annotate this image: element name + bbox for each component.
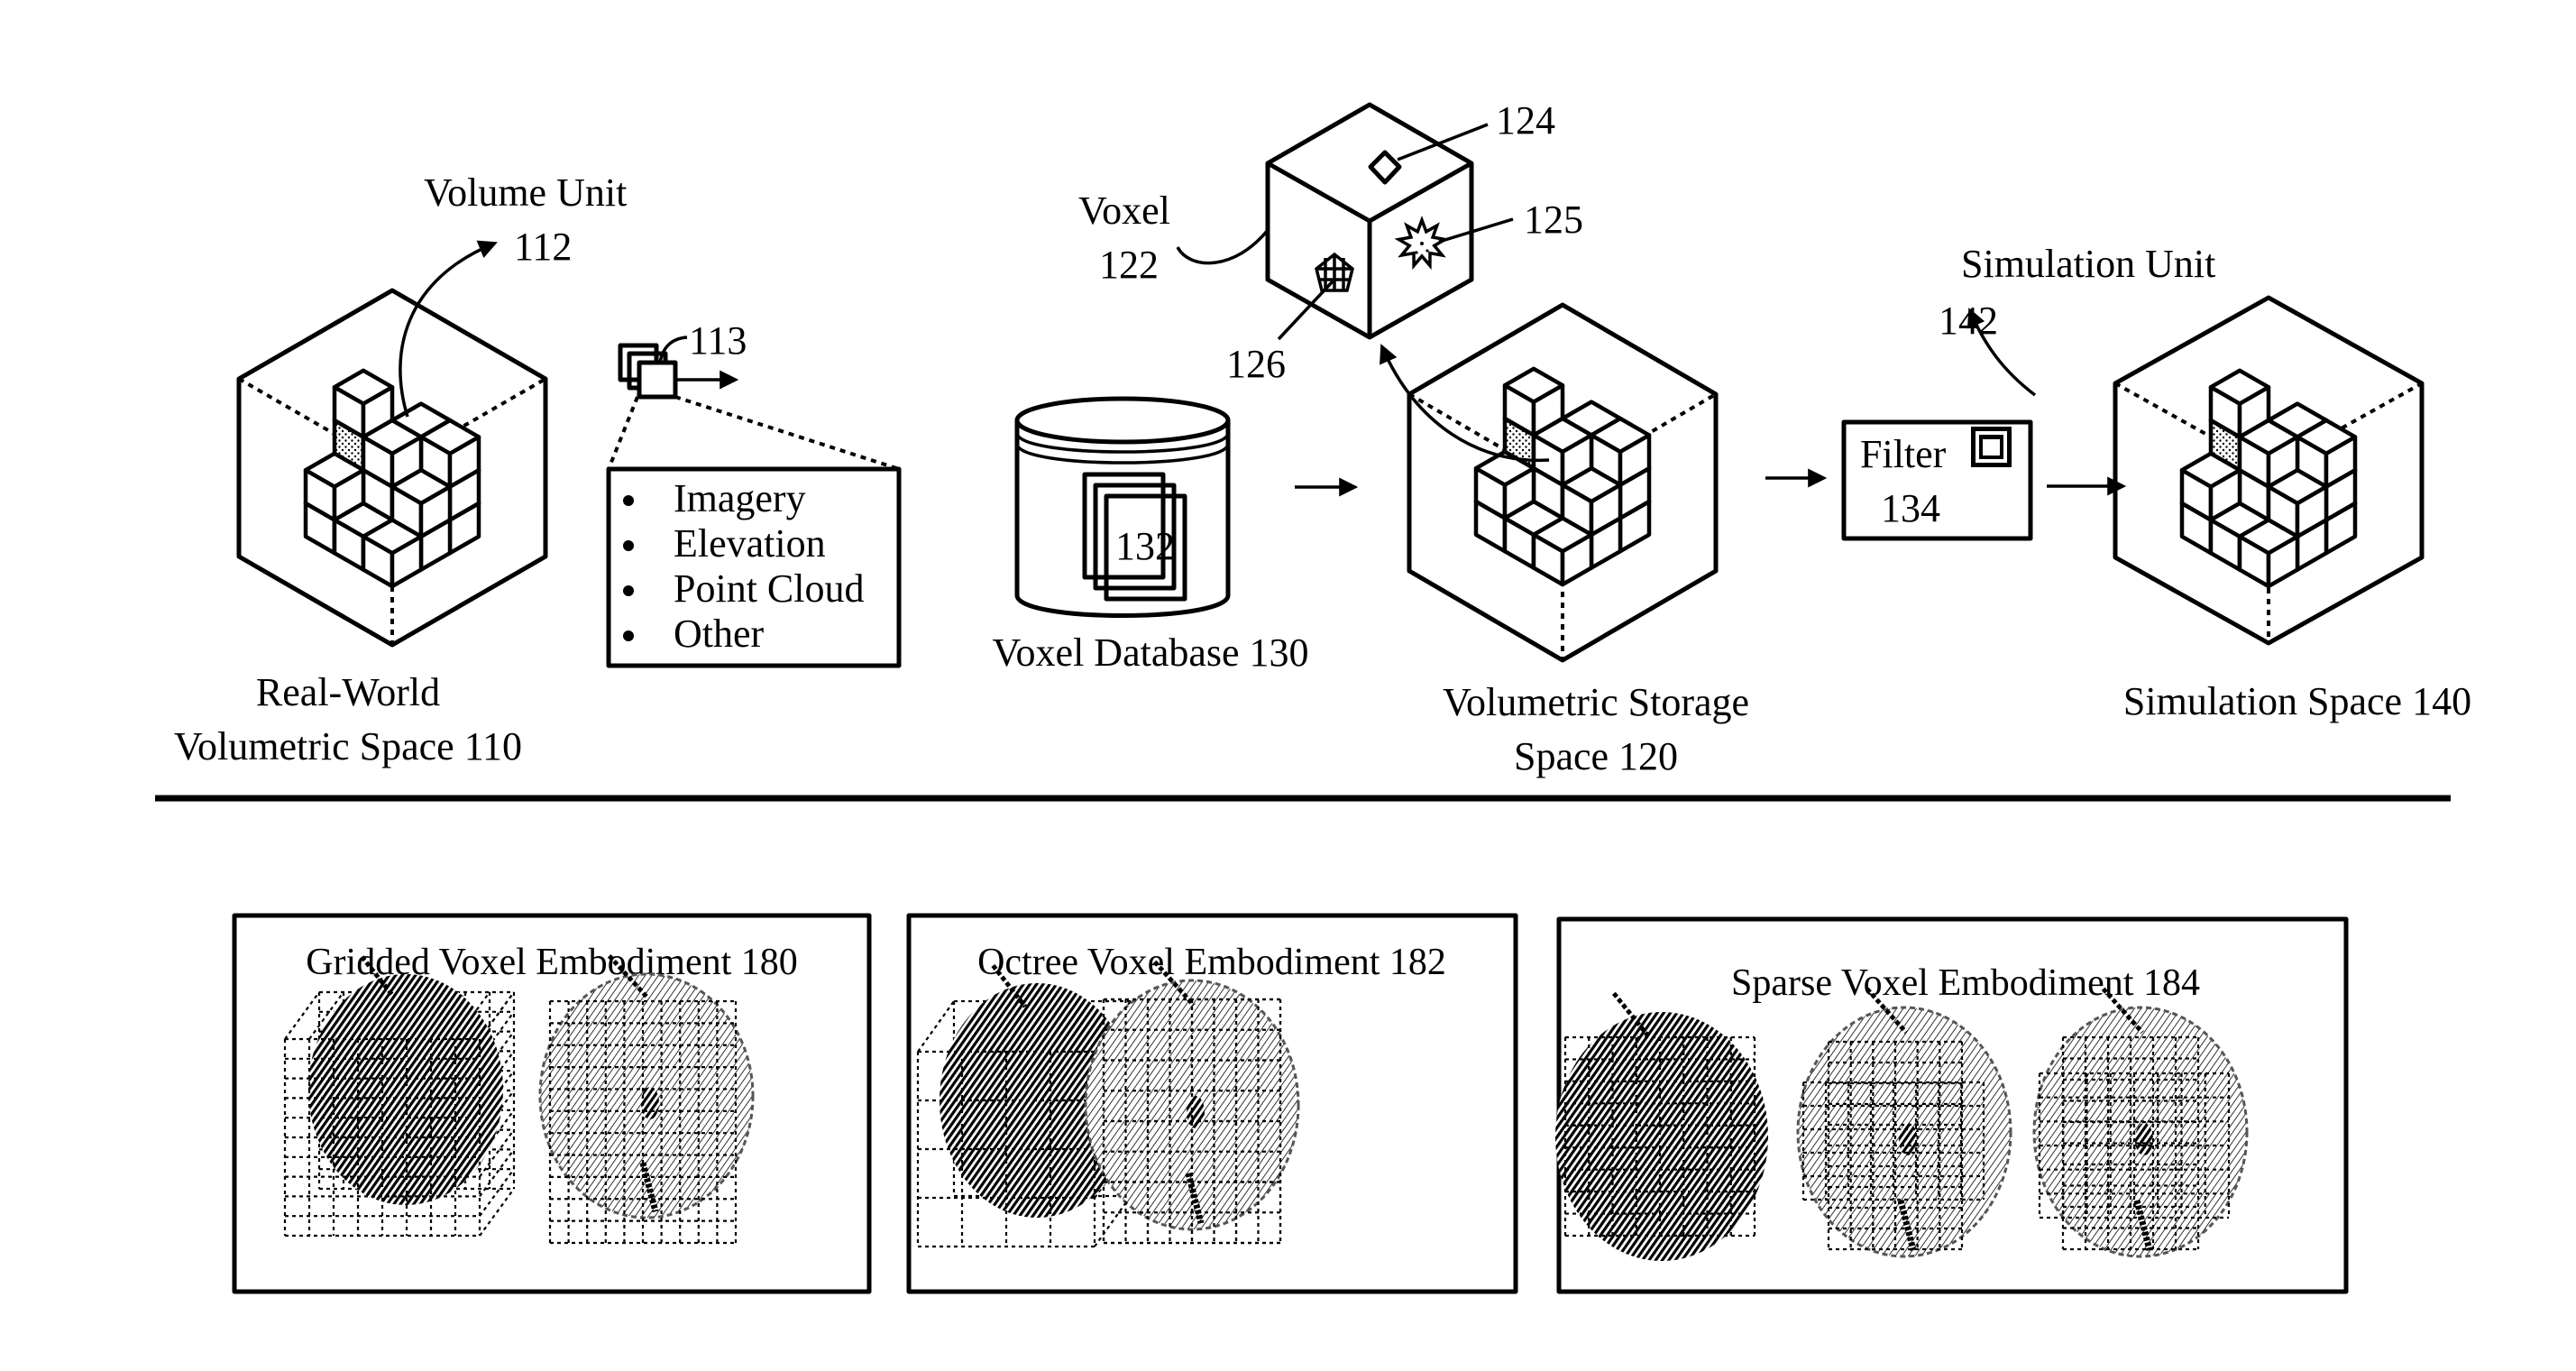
volume-unit-label: Volume Unit — [424, 170, 627, 215]
voxel-ref: 122 — [1099, 243, 1159, 287]
filter: Filter 134 — [1841, 419, 2127, 541]
sensor-ref: 113 — [689, 318, 747, 363]
sparse-voxel-panel: Sparse Voxel Embodiment 184 — [1555, 916, 2349, 1294]
sparse-panel-title: Sparse Voxel Embodiment 184 — [1731, 962, 2200, 1004]
sensor-data-type-item: Other — [674, 612, 765, 656]
real-world-volumetric-space: Volume Unit 112 Real-World Volumetric Sp… — [174, 170, 627, 768]
volumetric-storage-space: Volumetric Storage Space 120 — [1380, 302, 1828, 778]
sensor-data-types-list: ImageryElevationPoint CloudOther — [623, 476, 865, 656]
bullet-icon — [623, 585, 634, 596]
simulation-space: Simulation Unit 142 Simulation Space 140 — [1939, 242, 2471, 723]
marker-125-ref: 125 — [1524, 198, 1583, 242]
gridded-voxel-illustration — [283, 954, 755, 1245]
simulation-unit-label: Simulation Unit — [1961, 242, 2215, 286]
marker-126-ref: 126 — [1226, 342, 1286, 386]
sensor-data-type-item: Imagery — [674, 476, 806, 520]
database-cylinder-icon — [1014, 396, 1231, 618]
bullet-icon — [623, 495, 634, 506]
voxel-label: Voxel — [1078, 189, 1170, 233]
apple-image — [308, 955, 503, 1205]
stacked-documents-icon — [618, 343, 678, 400]
storage-space-label-line1: Volumetric Storage — [1443, 680, 1749, 724]
volumetric-storage-cube — [1407, 302, 1719, 663]
unit-cube — [1531, 516, 1594, 587]
unit-cube — [2237, 518, 2300, 589]
octree-voxel-panel: Octree Voxel Embodiment 182 — [906, 913, 1518, 1294]
filter-window-icon — [1971, 427, 2012, 467]
diamond-marker-icon — [1368, 150, 1402, 185]
real-world-space-label-line2: Volumetric Space 110 — [174, 724, 522, 768]
callout-dash-right — [674, 395, 900, 471]
simulation-space-cube — [2113, 295, 2425, 646]
real-world-space-cube — [236, 288, 548, 648]
marker-124-ref: 124 — [1496, 98, 1555, 143]
volume-unit-leader-arrow — [399, 240, 498, 418]
starburst-marker-icon — [1394, 216, 1450, 271]
filter-label: Filter — [1860, 432, 1947, 476]
bullet-icon — [623, 630, 634, 641]
sensor-data-type-item: Elevation — [674, 521, 826, 566]
octree-voxel-illustration — [916, 960, 1300, 1248]
bullet-icon — [623, 540, 634, 551]
unit-cube — [361, 518, 424, 589]
grid-pentagon-marker-icon — [1315, 252, 1354, 292]
octree-panel-title: Octree Voxel Embodiment 182 — [977, 942, 1446, 983]
sparse-voxel-illustration — [1555, 987, 2249, 1261]
simulation-unit-ref: 142 — [1939, 299, 1998, 343]
gridded-voxel-panel: Gridded Voxel Embodiment 180 — [232, 913, 872, 1294]
storage-space-label-line2: Space 120 — [1514, 734, 1678, 778]
voxel-database-label: Voxel Database 130 — [992, 630, 1308, 675]
volume-unit-ref: 112 — [514, 225, 572, 269]
marker-125-leader — [1438, 217, 1514, 244]
apple-cross-section — [538, 954, 755, 1219]
sensor-data-group: 113 ImageryElevationPoint CloudOther — [606, 318, 902, 668]
callout-dash-left — [607, 396, 639, 470]
voxel-records-ref: 132 — [1115, 524, 1175, 568]
real-world-space-label-line1: Real-World — [256, 670, 440, 714]
filter-ref: 134 — [1881, 486, 1940, 530]
voxel-database: 132 Voxel Database 130 — [992, 396, 1359, 675]
patent-figure: Volume Unit 112 Real-World Volumetric Sp… — [155, 98, 2471, 1294]
voxel-detail: 124 125 126 Voxel 122 — [1078, 98, 1583, 386]
apple-cross-section — [1796, 987, 2012, 1258]
gridded-panel-title: Gridded Voxel Embodiment 180 — [306, 942, 798, 983]
simulation-space-label: Simulation Space 140 — [2123, 679, 2471, 723]
voxel-cube — [1265, 102, 1474, 340]
sensor-data-type-item: Point Cloud — [674, 566, 865, 611]
apple-image — [1555, 991, 1768, 1261]
voxel-ref-leader — [1176, 228, 1270, 265]
